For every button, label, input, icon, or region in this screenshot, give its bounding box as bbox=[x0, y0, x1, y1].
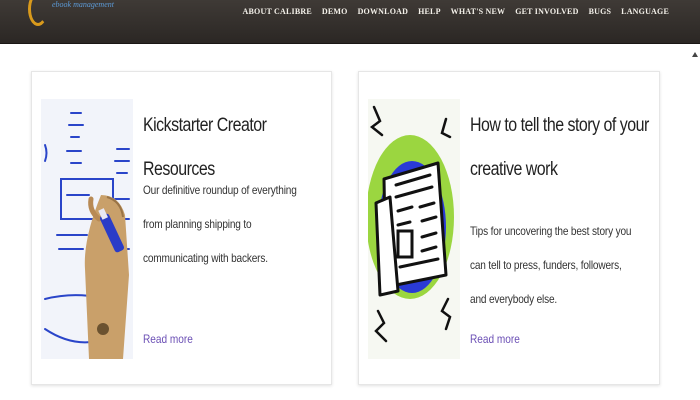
logo-tagline: ebook management bbox=[52, 0, 114, 9]
card-title[interactable]: How to tell the story of your creative w… bbox=[470, 104, 655, 192]
card-description: Our definitive roundup of everything fro… bbox=[143, 183, 297, 265]
nav-help[interactable]: Help bbox=[418, 5, 441, 19]
nav-download[interactable]: Download bbox=[358, 5, 409, 19]
nav-bugs[interactable]: Bugs bbox=[589, 5, 612, 19]
card-thumbnail-whiteboard bbox=[41, 99, 133, 359]
card-thumbnail-newspaper bbox=[368, 99, 460, 359]
read-more-link[interactable]: Read more bbox=[143, 332, 193, 346]
read-more-link[interactable]: Read more bbox=[470, 332, 520, 346]
nav-about-calibre[interactable]: About Calibre bbox=[243, 5, 312, 19]
scroll-up-arrow-icon[interactable] bbox=[692, 52, 698, 57]
card-description: Tips for uncovering the best story you c… bbox=[470, 224, 632, 306]
nav-language[interactable]: Language bbox=[621, 5, 669, 19]
resource-card: How to tell the story of your creative w… bbox=[358, 71, 660, 385]
nav-demo[interactable]: Demo bbox=[322, 5, 348, 19]
nav-whats-new[interactable]: What's New bbox=[451, 5, 506, 19]
top-nav-bar: ebook management About Calibre Demo Down… bbox=[0, 0, 700, 44]
calibre-logo[interactable] bbox=[28, 0, 48, 26]
main-nav: About Calibre Demo Download Help What's … bbox=[243, 5, 669, 19]
resource-card: Kickstarter Creator Resources Our defini… bbox=[31, 71, 332, 385]
page-scrollbar[interactable] bbox=[690, 44, 700, 400]
nav-get-involved[interactable]: Get Involved bbox=[515, 5, 578, 19]
